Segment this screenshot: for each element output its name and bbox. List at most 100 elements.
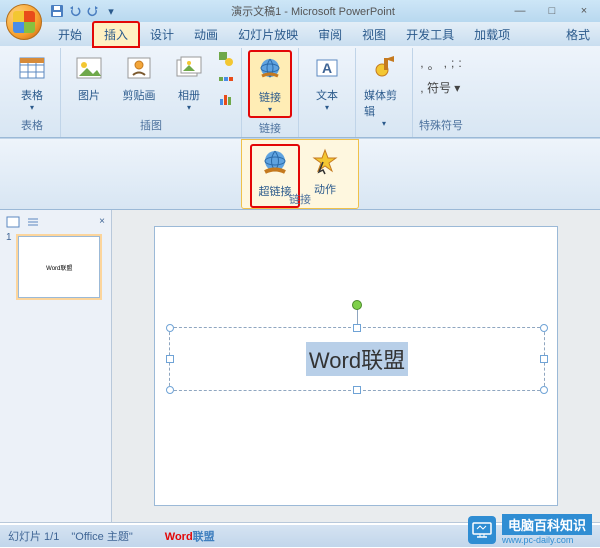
group-symbols: , 。 , ; : , 符号 ▾ 特殊符号 — [413, 48, 469, 137]
clipart-icon — [123, 52, 155, 84]
handle-bl[interactable] — [166, 386, 174, 394]
hyperlink-large-icon — [259, 148, 291, 180]
watermark-union: 联盟 — [193, 531, 215, 543]
smartart-icon[interactable] — [217, 70, 235, 88]
monitor-icon — [468, 516, 496, 544]
sym-comma2[interactable]: , — [444, 56, 447, 73]
sym-period[interactable]: 。 — [428, 56, 440, 73]
handle-ml[interactable] — [166, 355, 174, 363]
album-icon — [173, 52, 205, 84]
symbol-row-1[interactable]: , 。 , ; : — [420, 56, 461, 73]
status-slide-info: 幻灯片 1/1 — [8, 528, 59, 544]
qat-dropdown-icon[interactable]: ▾ — [104, 4, 118, 18]
ribbon-tabs: 开始 插入 设计 动画 幻灯片放映 审阅 视图 开发工具 加载项 格式 — [0, 22, 600, 46]
textbox-text[interactable]: Word联盟 — [306, 342, 408, 376]
media-icon — [368, 52, 400, 84]
window-controls: — □ × — [508, 5, 596, 17]
tab-view[interactable]: 视图 — [352, 23, 396, 46]
hyperlink-icon — [254, 54, 286, 86]
thumb-tab-slides[interactable] — [6, 216, 20, 228]
dropdown-icon: ▾ — [30, 103, 34, 112]
brand-url: www.pc-daily.com — [502, 535, 592, 545]
save-icon[interactable] — [50, 4, 64, 18]
tab-animation[interactable]: 动画 — [184, 23, 228, 46]
close-button[interactable]: × — [572, 5, 596, 17]
slide-number: 1 — [6, 232, 12, 302]
link-button[interactable]: 链接 ▾ — [248, 50, 292, 118]
tab-insert[interactable]: 插入 — [92, 21, 140, 48]
tab-developer[interactable]: 开发工具 — [396, 23, 464, 46]
slide[interactable]: Word联盟 — [154, 226, 558, 506]
textbox-icon: A — [311, 52, 343, 84]
group-links-label: 链接 — [259, 118, 281, 138]
group-media: 媒体剪辑 ▾ — [356, 48, 413, 137]
text-button[interactable]: A 文本 ▾ — [305, 50, 349, 114]
status-theme: "Office 主题" — [71, 528, 132, 544]
shapes-icon[interactable] — [217, 50, 235, 68]
tab-addins[interactable]: 加载项 — [464, 23, 520, 46]
work-area: × 1 Word联盟 Word联盟 — [0, 210, 600, 522]
link-sub-ribbon: 超链接 动作 链接 — [0, 138, 600, 210]
table-button[interactable]: 表格 ▾ — [10, 50, 54, 114]
action-label: 动作 — [314, 181, 336, 197]
handle-bm[interactable] — [353, 386, 361, 394]
handle-tl[interactable] — [166, 324, 174, 332]
site-watermark: 电脑百科知识 www.pc-daily.com — [468, 514, 592, 545]
sym-semicolon[interactable]: ; — [451, 56, 454, 73]
hyperlink-label: 超链接 — [259, 183, 292, 199]
table-icon — [16, 52, 48, 84]
media-label: 媒体剪辑 — [364, 87, 404, 119]
group-text: A 文本 ▾ — [299, 48, 356, 137]
window-title: 演示文稿1 - Microsoft PowerPoint — [118, 3, 508, 19]
table-label: 表格 — [21, 87, 43, 103]
ribbon-insert: 表格 ▾ 表格 图片 剪贴画 相册 ▾ — [0, 46, 600, 138]
sym-colon[interactable]: : — [458, 56, 461, 73]
symbol-more[interactable]: , 符号 ▾ — [420, 79, 460, 96]
picture-icon — [73, 52, 105, 84]
dropdown-icon: ▾ — [187, 103, 191, 112]
slide-canvas: Word联盟 — [112, 210, 600, 522]
undo-icon[interactable] — [68, 4, 82, 18]
status-bar: 幻灯片 1/1 "Office 主题" Word联盟 电脑百科知识 www.pc… — [0, 525, 600, 547]
clipart-button[interactable]: 剪贴画 — [117, 50, 161, 105]
album-label: 相册 — [178, 87, 200, 103]
tab-format[interactable]: 格式 — [556, 23, 600, 46]
thumbnail-panel: × 1 Word联盟 — [0, 210, 112, 522]
handle-tm[interactable] — [353, 324, 361, 332]
group-links: 链接 ▾ 链接 — [242, 48, 299, 137]
handle-tr[interactable] — [540, 324, 548, 332]
clipart-label: 剪贴画 — [123, 87, 156, 103]
media-button[interactable]: 媒体剪辑 ▾ — [362, 50, 406, 130]
group-tables: 表格 ▾ 表格 — [4, 48, 61, 137]
group-tables-label: 表格 — [21, 115, 43, 135]
handle-mr[interactable] — [540, 355, 548, 363]
brand-name: 电脑百科知识 — [502, 514, 592, 535]
tab-review[interactable]: 审阅 — [308, 23, 352, 46]
maximize-button[interactable]: □ — [540, 5, 564, 17]
slide-thumbnail-1[interactable]: Word联盟 — [18, 236, 100, 298]
tab-slideshow[interactable]: 幻灯片放映 — [228, 23, 308, 46]
thumb-close-icon[interactable]: × — [99, 216, 105, 228]
picture-button[interactable]: 图片 — [67, 50, 111, 105]
handle-br[interactable] — [540, 386, 548, 394]
thumb-tab-outline[interactable] — [26, 216, 40, 228]
svg-text:A: A — [322, 60, 332, 76]
illustration-small-buttons — [217, 50, 235, 108]
link-label: 链接 — [259, 89, 281, 105]
dropdown-icon: ▾ — [382, 119, 386, 128]
textbox[interactable]: Word联盟 — [169, 327, 545, 391]
office-button[interactable] — [6, 4, 42, 40]
tab-design[interactable]: 设计 — [140, 23, 184, 46]
album-button[interactable]: 相册 ▾ — [167, 50, 211, 114]
chart-icon[interactable] — [217, 90, 235, 108]
rotation-handle[interactable] — [352, 300, 362, 310]
group-symbols-label: 特殊符号 — [419, 115, 463, 135]
group-illustrations: 图片 剪贴画 相册 ▾ 插图 — [61, 48, 242, 137]
action-icon — [309, 146, 341, 178]
redo-icon[interactable] — [86, 4, 100, 18]
minimize-button[interactable]: — — [508, 5, 532, 17]
group-illustrations-label: 插图 — [140, 115, 162, 135]
tab-start[interactable]: 开始 — [48, 23, 92, 46]
title-bar: ▾ 演示文稿1 - Microsoft PowerPoint — □ × — [0, 0, 600, 22]
sym-comma[interactable]: , — [420, 56, 423, 73]
